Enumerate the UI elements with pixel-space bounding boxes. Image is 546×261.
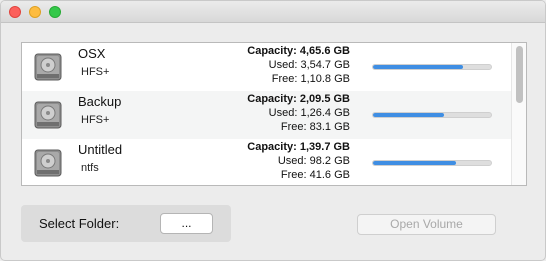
volume-capacity: Capacity: 1,39.7 GB xyxy=(247,141,350,153)
volume-capacity: Capacity: 4,65.6 GB xyxy=(247,45,350,57)
usage-bar xyxy=(372,160,492,166)
volume-list[interactable]: OSX HFS+ Capacity: 4,65.6 GB Used: 3,54.… xyxy=(21,42,527,186)
hard-disk-icon xyxy=(34,53,62,81)
vertical-scrollbar[interactable] xyxy=(511,43,526,185)
hard-disk-icon xyxy=(34,149,62,177)
usage-bar xyxy=(372,112,492,118)
volume-filesystem: HFS+ xyxy=(81,66,110,78)
folder-selector: Select Folder: ... xyxy=(21,205,231,242)
volume-used: Used: 1,26.4 GB xyxy=(268,107,350,119)
usage-bar-fill xyxy=(373,161,456,165)
title-bar xyxy=(1,1,545,23)
volume-name: OSX xyxy=(78,46,106,61)
volume-row[interactable]: Untitled ntfs Capacity: 1,39.7 GB Used: … xyxy=(22,139,512,185)
open-volume-button[interactable]: Open Volume xyxy=(357,214,496,235)
usage-bar xyxy=(372,64,492,70)
scrollbar-thumb[interactable] xyxy=(516,46,523,103)
app-window: OSX HFS+ Capacity: 4,65.6 GB Used: 3,54.… xyxy=(0,0,546,261)
volume-free: Free: 1,10.8 GB xyxy=(271,73,350,85)
volume-used: Used: 3,54.7 GB xyxy=(268,59,350,71)
browse-folder-button[interactable]: ... xyxy=(160,213,213,234)
usage-bar-fill xyxy=(373,65,463,69)
volume-free: Free: 83.1 GB xyxy=(280,121,350,133)
hard-disk-icon xyxy=(34,101,62,129)
volume-filesystem: HFS+ xyxy=(81,114,110,126)
select-folder-label: Select Folder: xyxy=(39,216,120,231)
volume-filesystem: ntfs xyxy=(81,162,99,174)
volume-row[interactable]: Backup HFS+ Capacity: 2,09.5 GB Used: 1,… xyxy=(22,91,512,139)
volume-capacity: Capacity: 2,09.5 GB xyxy=(247,93,350,105)
minimize-window-button[interactable] xyxy=(29,6,41,18)
volume-row[interactable]: OSX HFS+ Capacity: 4,65.6 GB Used: 3,54.… xyxy=(22,43,512,91)
close-window-button[interactable] xyxy=(9,6,21,18)
volume-name: Untitled xyxy=(78,142,123,157)
zoom-window-button[interactable] xyxy=(49,6,61,18)
volume-used: Used: 98.2 GB xyxy=(277,155,350,167)
volume-name: Backup xyxy=(78,94,122,109)
usage-bar-fill xyxy=(373,113,444,117)
volume-free: Free: 41.6 GB xyxy=(280,169,350,181)
